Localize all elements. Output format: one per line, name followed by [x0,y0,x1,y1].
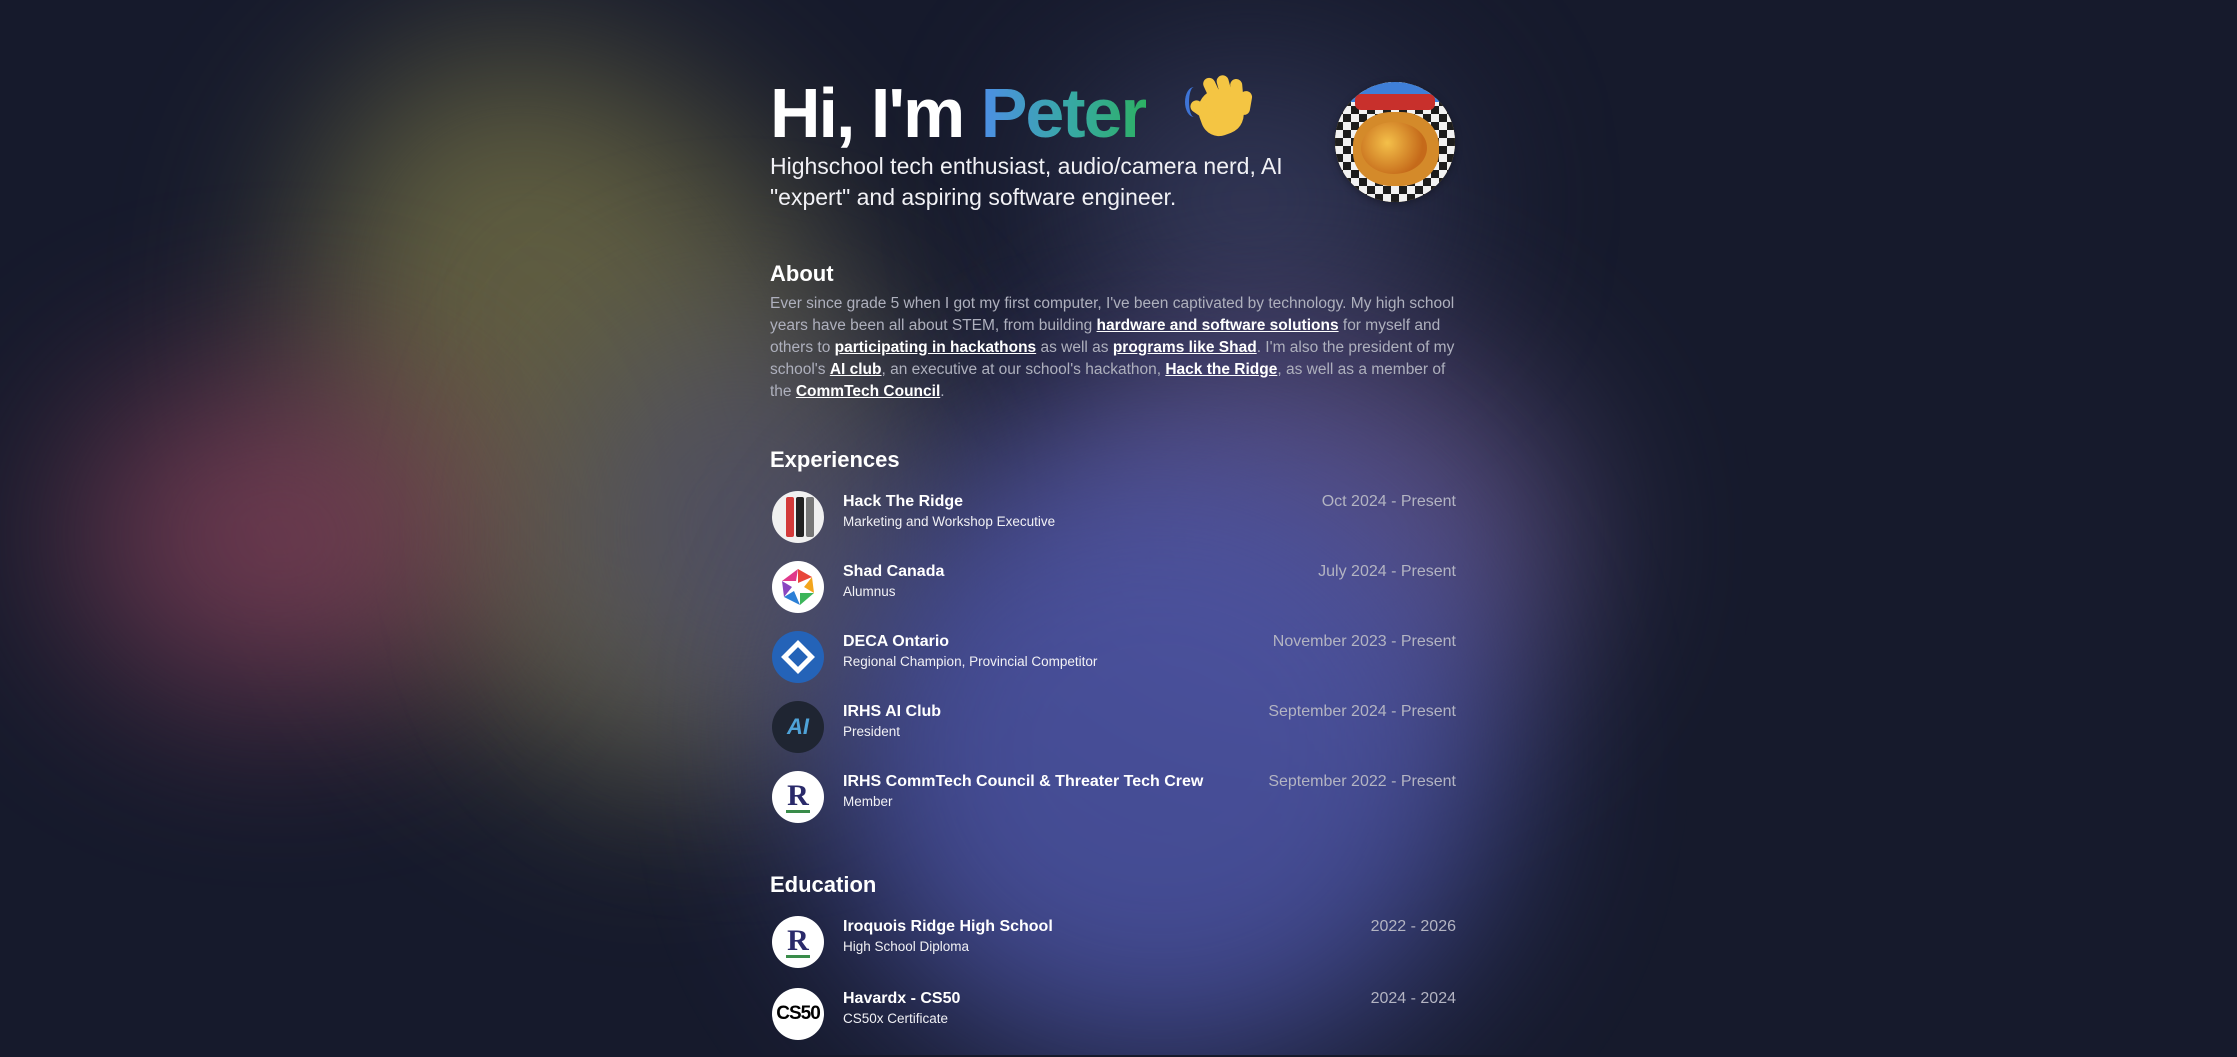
experience-item-shad-canada[interactable]: Shad Canada Alumnus July 2024 - Present [770,560,1456,630]
item-name: IRHS CommTech Council & Threater Tech Cr… [843,773,1204,790]
cs50-logo: CS50 [772,988,824,1040]
hero-subtitle: Highschool tech enthusiast, audio/camera… [770,153,1283,210]
about-text-part: , an executive at our school's hackathon… [881,361,1166,378]
ai-club-link[interactable]: AI club [830,361,882,378]
item-role: Marketing and Workshop Executive [843,514,1056,529]
education-section: Education R Iroquois Ridge High School H… [770,872,1456,1057]
deca-ontario-logo [772,631,824,683]
hackathons-link[interactable]: participating in hackathons [835,339,1037,356]
item-name: Iroquois Ridge High School [843,918,1053,935]
irhs-logo-letter: R [787,924,809,957]
item-date: 2024 - 2024 [1370,990,1456,1007]
item-date: 2022 - 2026 [1370,918,1456,935]
irhs-logo: R [772,771,824,823]
shad-canada-logo [772,561,824,613]
item-date: November 2023 - Present [1272,633,1456,650]
hero-greeting: Hi, I'm [770,74,965,152]
item-name: DECA Ontario [843,633,950,650]
shad-programs-link[interactable]: programs like Shad [1113,339,1257,356]
item-date: Oct 2024 - Present [1321,493,1456,510]
waving-hand-icon [1185,73,1255,143]
hero-name: Peter [980,74,1148,152]
about-text: Ever since grade 5 when I got my first c… [770,293,1456,403]
about-section: About Ever since grade 5 when I got my f… [770,261,1456,403]
experience-item-irhs-ai-club[interactable]: AI IRHS AI Club President September 2024… [770,700,1456,770]
item-role: Alumnus [843,584,896,599]
about-text-part: . [940,383,945,400]
item-name: Shad Canada [843,563,945,580]
item-role: President [843,724,901,739]
education-item-iroquois-ridge[interactable]: R Iroquois Ridge High School High School… [770,915,1456,987]
experience-item-deca-ontario[interactable]: DECA Ontario Regional Champion, Provinci… [770,630,1456,700]
item-role: CS50x Certificate [843,1011,949,1026]
education-item-cs50[interactable]: CS50 Havardx - CS50 CS50x Certificate 20… [770,987,1456,1057]
hack-the-ridge-logo [772,491,824,543]
experiences-section: Experiences Hack The Ridge Marketing and… [770,447,1456,840]
commtech-council-link[interactable]: CommTech Council [796,383,940,400]
item-date: July 2024 - Present [1318,563,1456,580]
about-text-part: as well as [1036,339,1113,356]
irhs-logo-letter: R [787,779,809,812]
item-name: IRHS AI Club [843,703,942,720]
item-role: Member [843,794,893,809]
item-role: High School Diploma [843,939,970,954]
hardware-software-link[interactable]: hardware and software solutions [1097,317,1339,334]
irhs-logo: R [772,916,824,968]
item-name: Havardx - CS50 [843,990,961,1007]
avatar [1335,82,1455,202]
hack-the-ridge-link[interactable]: Hack the Ridge [1165,361,1277,378]
experiences-title: Experiences [770,447,900,472]
experience-item-irhs-commtech[interactable]: R IRHS CommTech Council & Threater Tech … [770,770,1456,840]
item-date: September 2022 - Present [1268,773,1456,790]
item-name: Hack The Ridge [843,493,964,510]
item-date: September 2024 - Present [1268,703,1456,720]
item-role: Regional Champion, Provincial Competitor [843,654,1098,669]
page-content: Hi, I'm Peter Highschool tech enthusiast… [770,0,1456,1040]
experience-item-hack-the-ridge[interactable]: Hack The Ridge Marketing and Workshop Ex… [770,490,1456,560]
about-title: About [770,261,834,286]
education-title: Education [770,872,877,897]
ai-club-logo: AI [772,701,824,753]
hero-title: Hi, I'm Peter [770,72,1255,154]
hero-section: Hi, I'm Peter Highschool tech enthusiast… [770,0,1456,240]
